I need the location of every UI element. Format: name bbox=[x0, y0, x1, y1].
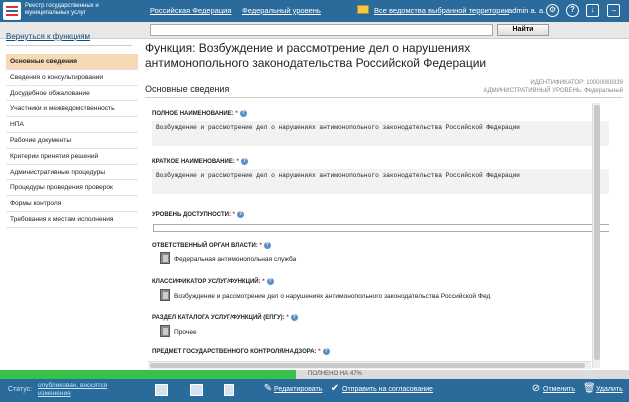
cancel-button[interactable]: Отменить bbox=[543, 386, 575, 393]
send-for-approval-button[interactable]: Отправить на согласование bbox=[342, 386, 433, 393]
horizontal-scrollbar[interactable] bbox=[148, 361, 591, 369]
sidebar-item-npa[interactable]: НПА bbox=[6, 117, 138, 133]
vertical-scrollbar-thumb[interactable] bbox=[594, 105, 600, 360]
admin-level-text: АДМИНИСТРАТИВНЫЙ УРОВЕНЬ: Федеральный bbox=[483, 88, 623, 94]
sidebar-item-place-requirements[interactable]: Требования к местам исполнения bbox=[6, 212, 138, 228]
short-name-label: КРАТКОЕ НАИМЕНОВАНИЕ: *? bbox=[152, 158, 248, 166]
sidebar-item-admin-procedures[interactable]: Административные процедуры bbox=[6, 165, 138, 181]
cancel-icon[interactable]: ⊘ bbox=[530, 383, 542, 395]
page-title: Функция: Возбуждение и рассмотрение дел … bbox=[145, 41, 487, 70]
folder-icon bbox=[357, 5, 369, 14]
sidebar-item-inspection-procedures[interactable]: Процедуры проведения проверок bbox=[6, 180, 138, 197]
search-input[interactable] bbox=[150, 24, 493, 36]
help-icon[interactable]: ? bbox=[266, 278, 274, 285]
edit-button[interactable]: Редактировать bbox=[274, 386, 322, 393]
short-name-field[interactable]: Возбуждение и рассмотрение дел о нарушен… bbox=[152, 169, 609, 194]
access-level-select[interactable]: ▾ bbox=[153, 224, 609, 232]
download-icon[interactable]: ↓ bbox=[586, 4, 599, 17]
edit-icon[interactable]: ✎ bbox=[262, 383, 274, 395]
help-icon[interactable]: ? bbox=[236, 211, 244, 218]
book-icon[interactable] bbox=[160, 252, 170, 264]
status-label: Статус: bbox=[8, 386, 33, 393]
vertical-scrollbar[interactable] bbox=[592, 103, 600, 368]
delete-icon[interactable]: 🗑 bbox=[583, 383, 596, 395]
document-icon[interactable] bbox=[224, 384, 234, 396]
print-icon[interactable] bbox=[155, 384, 168, 396]
book-icon[interactable] bbox=[160, 289, 170, 301]
nav-region[interactable]: Российская Федерация bbox=[150, 6, 231, 15]
authority-value: Федеральная антимонопольная служба bbox=[174, 256, 297, 263]
sidebar-item-consulting[interactable]: Сведения о консультировании bbox=[6, 70, 138, 86]
access-level-label: УРОВЕНЬ ДОСТУПНОСТИ: *? bbox=[152, 211, 244, 219]
progress-label: ПОЛНЕНО НА 47% bbox=[308, 371, 362, 377]
section-title: Основные сведения bbox=[145, 84, 230, 94]
help-icon[interactable]: ? bbox=[239, 110, 247, 117]
nav-departments[interactable]: Все ведомства выбранной территории bbox=[374, 6, 509, 15]
search-button[interactable]: Найти bbox=[497, 24, 549, 36]
required-mark: * bbox=[286, 315, 289, 322]
settings-icon[interactable]: ⚙ bbox=[546, 4, 559, 17]
sidebar-item-work-documents[interactable]: Рабочие документы bbox=[6, 133, 138, 149]
function-identifier: ИДЕНТИФИКАТОР: 10000069339 АДМИНИСТРАТИВ… bbox=[483, 79, 623, 95]
required-mark: * bbox=[262, 279, 265, 286]
authority-label: ОТВЕТСТВЕННЫЙ ОРГАН ВЛАСТИ: *? bbox=[152, 242, 271, 250]
form-scroll-area[interactable]: ПОЛНОЕ НАИМЕНОВАНИЕ: *? Возбуждение и ра… bbox=[145, 103, 609, 365]
sidebar: Вернуться к функциям Основные сведения С… bbox=[0, 32, 138, 369]
logout-icon[interactable]: → bbox=[607, 4, 620, 17]
sidebar-item-control-forms[interactable]: Формы контроля bbox=[6, 196, 138, 212]
full-name-label: ПОЛНОЕ НАИМЕНОВАНИЕ: *? bbox=[152, 110, 247, 118]
required-mark: * bbox=[318, 349, 321, 356]
horizontal-scrollbar-thumb[interactable] bbox=[150, 363, 585, 368]
sidebar-item-pretrial-appeal[interactable]: Досудебное обжалование bbox=[6, 86, 138, 102]
sidebar-menu: Основные сведения Сведения о консультиро… bbox=[6, 54, 138, 228]
status-bar: Статус: опубликован, вносятся изменения … bbox=[0, 379, 629, 402]
classifier-label: КЛАССИФИКАТОР УСЛУГ/ФУНКЦИЙ: *? bbox=[152, 278, 274, 286]
registry-logo-icon[interactable] bbox=[3, 2, 21, 20]
send-icon[interactable]: ✔ bbox=[329, 383, 341, 395]
main-content: Функция: Возбуждение и рассмотрение дел … bbox=[138, 39, 629, 369]
status-value[interactable]: опубликован, вносятся изменения bbox=[38, 382, 118, 398]
sidebar-divider bbox=[6, 45, 132, 46]
completion-progress-bar: ПОЛНЕНО НА 47% bbox=[0, 370, 629, 379]
registry-name[interactable]: Реестр государственных и муниципальных у… bbox=[25, 3, 135, 17]
nav-level[interactable]: Федеральный уровень bbox=[242, 6, 321, 15]
monitor-icon[interactable] bbox=[190, 384, 203, 396]
section-divider bbox=[145, 97, 623, 98]
sidebar-item-decision-criteria[interactable]: Критерии принятия решений bbox=[6, 149, 138, 165]
book-icon[interactable] bbox=[160, 325, 170, 337]
sidebar-item-participants[interactable]: Участники и межведомственность bbox=[6, 101, 138, 118]
required-mark: * bbox=[236, 159, 239, 166]
catalog-section-label: РАЗДЕЛ КАТАЛОГА УСЛУГ/ФУНКЦИЙ (ЕПГУ): *? bbox=[152, 314, 298, 322]
classifier-value: Возбуждение и рассмотрение дел о нарушен… bbox=[174, 293, 491, 300]
control-subject-label: ПРЕДМЕТ ГОСУДАРСТВЕННОГО КОНТРОЛЯ/НАДЗОР… bbox=[152, 348, 330, 356]
full-name-field[interactable]: Возбуждение и рассмотрение дел о нарушен… bbox=[152, 121, 609, 146]
progress-fill bbox=[0, 370, 296, 379]
help-icon[interactable]: ? bbox=[240, 158, 248, 165]
required-mark: * bbox=[259, 243, 262, 250]
help-icon[interactable]: ? bbox=[322, 348, 330, 355]
delete-button[interactable]: Удалить bbox=[596, 386, 623, 393]
identifier-text: ИДЕНТИФИКАТОР: 10000069339 bbox=[530, 80, 623, 86]
catalog-section-value: Прочее bbox=[174, 329, 197, 336]
search-bar: Найти bbox=[0, 22, 629, 39]
back-to-functions-link[interactable]: Вернуться к функциям bbox=[6, 32, 90, 41]
help-icon[interactable]: ? bbox=[290, 314, 298, 321]
user-name[interactable]: admin a. a. bbox=[508, 6, 545, 15]
help-icon[interactable]: ? bbox=[566, 4, 579, 17]
required-mark: * bbox=[232, 212, 235, 219]
required-mark: * bbox=[235, 111, 238, 118]
top-bar: Реестр государственных и муниципальных у… bbox=[0, 0, 629, 22]
help-icon[interactable]: ? bbox=[263, 242, 271, 249]
sidebar-item-basic-info[interactable]: Основные сведения bbox=[6, 54, 138, 70]
